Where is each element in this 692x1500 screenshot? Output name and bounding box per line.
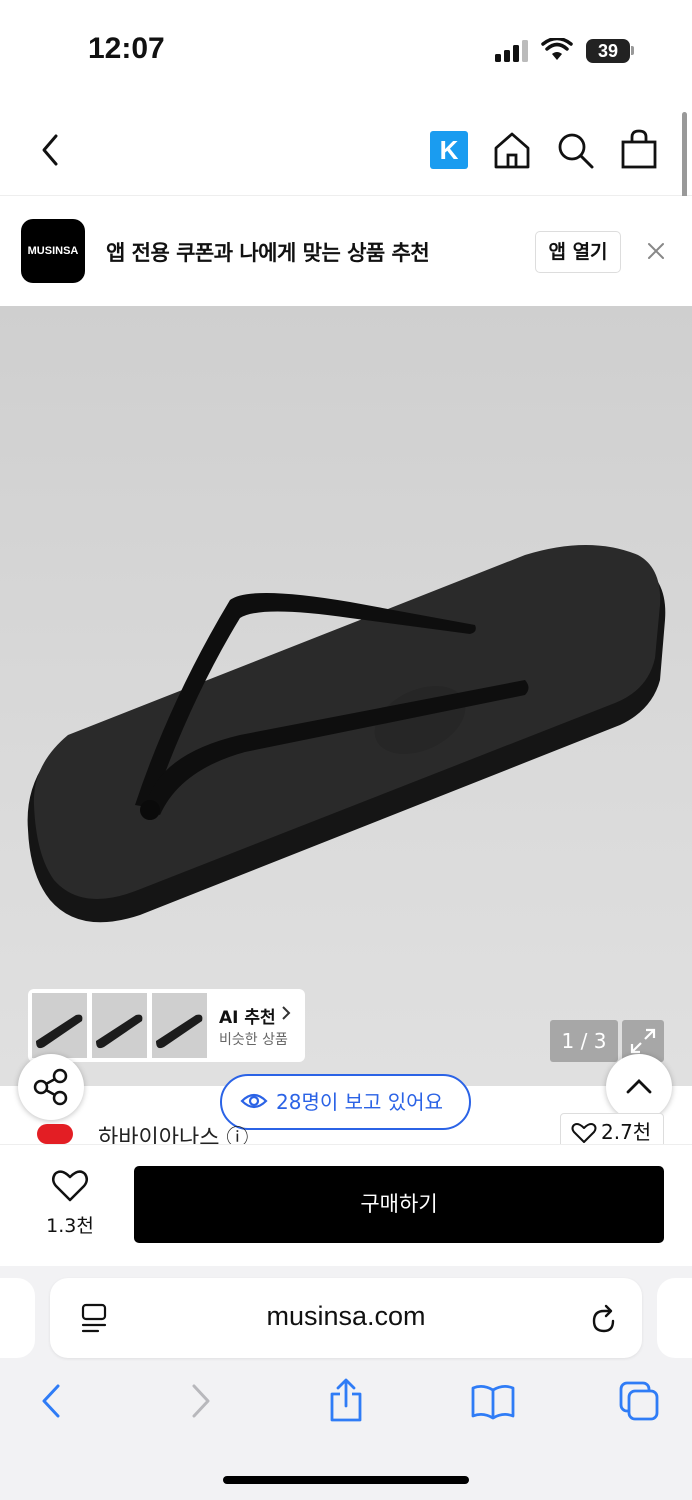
- battery-tip: [631, 46, 634, 55]
- like-count: 1.3천: [46, 1215, 94, 1237]
- heart-icon: [571, 1122, 597, 1144]
- thumbnail-2[interactable]: [92, 993, 147, 1058]
- flip-flop-image: [20, 540, 670, 930]
- reload-icon[interactable]: [589, 1303, 619, 1335]
- cellular-signal-icon: [495, 40, 531, 62]
- share-sheet-icon[interactable]: [328, 1378, 364, 1424]
- thumbnail-1[interactable]: [32, 993, 87, 1058]
- home-icon[interactable]: [492, 130, 532, 170]
- wifi-icon: [541, 38, 573, 62]
- thumbnail-3[interactable]: [152, 993, 207, 1058]
- k-app-icon[interactable]: K: [430, 131, 468, 169]
- next-tab-preview[interactable]: [657, 1278, 692, 1358]
- open-app-button[interactable]: 앱 열기: [535, 231, 621, 273]
- url-text[interactable]: musinsa.com: [200, 1301, 492, 1332]
- scroll-top-button[interactable]: [606, 1054, 672, 1120]
- like-heart-icon[interactable]: [51, 1169, 89, 1203]
- reader-icon[interactable]: [80, 1303, 108, 1335]
- buy-button[interactable]: 구매하기: [134, 1166, 664, 1243]
- browser-forward-icon[interactable]: [188, 1383, 214, 1419]
- ai-recommend-subtitle: 비슷한 상품: [219, 1032, 288, 1048]
- share-button[interactable]: [18, 1054, 84, 1120]
- browser-back-icon[interactable]: [38, 1383, 64, 1419]
- musinsa-logo: MUSINSA: [21, 219, 85, 283]
- home-indicator[interactable]: [223, 1476, 469, 1484]
- chevron-right-icon: [281, 1005, 291, 1021]
- bookmarks-icon[interactable]: [470, 1384, 516, 1420]
- status-time: 12:07: [88, 32, 165, 65]
- banner-text: 앱 전용 쿠폰과 나에게 맞는 상품 추천: [106, 241, 430, 265]
- ai-recommend-title[interactable]: AI 추천: [219, 1003, 276, 1028]
- close-icon[interactable]: [646, 241, 666, 261]
- search-icon[interactable]: [556, 131, 596, 171]
- shopping-bag-icon[interactable]: [620, 128, 658, 170]
- eye-icon: [240, 1090, 268, 1112]
- brand-like-count: 2.7천: [601, 1120, 652, 1144]
- back-arrow-icon[interactable]: [36, 132, 64, 168]
- brand-logo[interactable]: [37, 1124, 73, 1144]
- previous-tab-preview[interactable]: [0, 1278, 35, 1358]
- battery-indicator: 39: [586, 39, 630, 63]
- tabs-icon[interactable]: [618, 1380, 660, 1422]
- viewers-text: 28명이 보고 있어요: [276, 1090, 443, 1114]
